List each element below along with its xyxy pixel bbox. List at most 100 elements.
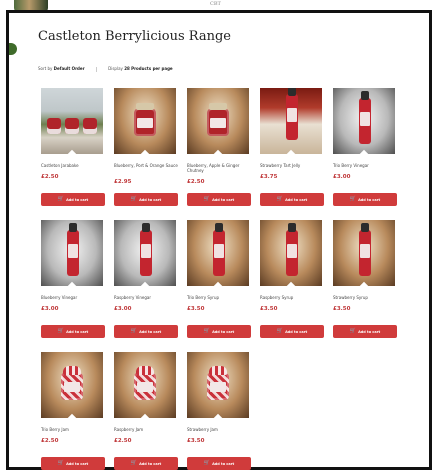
product-name[interactable]: Strawberry Syrup [333,295,397,300]
product-price: £3.75 [260,174,278,180]
sort-dropdown[interactable]: Sort by Default Order [38,66,86,71]
product-image[interactable] [333,220,395,286]
add-to-cart-button[interactable]: 🛒 Add to cart [114,325,178,338]
product-image[interactable] [333,88,395,154]
cart-icon: 🛒 [349,196,357,202]
cart-icon: 🛒 [130,328,138,334]
cart-icon: 🛒 [203,196,211,202]
toolbar-divider [95,66,97,72]
product-card[interactable]: Trio Berry Jam £2.50 🛒 Add to cart [41,352,105,470]
product-price: £3.00 [114,306,132,312]
add-to-cart-button[interactable]: 🛒 Add to cart [41,325,105,338]
product-price: £2.50 [41,174,59,180]
site-logo[interactable]: CBT [210,1,221,7]
image-notch [67,413,77,418]
per-page-value: 28 Products per page [124,66,173,71]
cart-icon: 🛒 [276,196,284,202]
product-name[interactable]: Raspberry Vinegar [114,295,178,300]
product-name[interactable]: Strawberry Tart Jelly [260,163,324,168]
add-to-cart-button[interactable]: 🛒 Add to cart [333,325,397,338]
add-to-cart-label: Add to cart [212,197,235,202]
product-image[interactable] [187,88,249,154]
add-to-cart-button[interactable]: 🛒 Add to cart [41,193,105,206]
cart-icon: 🛒 [203,328,211,334]
product-image[interactable] [41,88,103,154]
product-image[interactable] [114,88,176,154]
product-card[interactable]: Raspberry Jam £2.50 🛒 Add to cart [114,352,178,470]
image-notch [359,149,369,154]
product-price: £3.50 [187,438,205,444]
product-card[interactable]: Raspberry Syrup £3.50 🛒 Add to cart [260,220,324,338]
leaf-decoration [9,43,17,55]
bottle-graphic [67,223,79,276]
bottle-graphic [359,223,371,276]
product-card[interactable]: Strawberry Jam £3.50 🛒 Add to cart [187,352,251,470]
image-notch [67,281,77,286]
product-card[interactable]: Strawberry Tart Jelly £3.75 🛒 Add to cart [260,88,324,206]
product-name[interactable]: Blueberry, Port & Orange Sauce [114,163,178,168]
add-to-cart-button[interactable]: 🛒 Add to cart [187,325,251,338]
add-to-cart-button[interactable]: 🛒 Add to cart [114,193,178,206]
product-card[interactable]: Raspberry Vinegar £3.00 🛒 Add to cart [114,220,178,338]
product-image[interactable] [260,220,322,286]
image-notch [213,413,223,418]
page-title: Castleton Berrylicious Range [38,29,232,44]
jar-graphic [207,103,229,136]
jar-graphic [134,103,156,136]
product-price: £2.50 [187,179,205,185]
image-notch [213,149,223,154]
product-name[interactable]: Trio Berry Jam [41,427,105,432]
product-image[interactable] [41,352,103,418]
product-card[interactable]: Castleton Jarabake £2.50 🛒 Add to cart [41,88,105,206]
sort-value: Default Order [53,66,85,71]
bottle-graphic [213,223,225,276]
product-name[interactable]: Strawberry Jam [187,427,251,432]
product-name[interactable]: Trio Berry Syrup [187,295,251,300]
product-card[interactable]: Strawberry Syrup £3.50 🛒 Add to cart [333,220,397,338]
image-notch [286,281,296,286]
product-card[interactable]: Blueberry, Apple & Ginger Chutney £2.50 🛒 A… [187,88,251,206]
add-to-cart-label: Add to cart [139,329,162,334]
per-page-dropdown[interactable]: Display 28 Products per page [108,66,173,71]
product-card[interactable]: Trio Berry Syrup £3.50 🛒 Add to cart [187,220,251,338]
product-name[interactable]: Castleton Jarabake [41,163,105,168]
add-to-cart-label: Add to cart [285,197,308,202]
add-to-cart-button[interactable]: 🛒 Add to cart [333,193,397,206]
add-to-cart-label: Add to cart [66,329,89,334]
product-image[interactable] [260,88,322,154]
product-image[interactable] [187,352,249,418]
product-image[interactable] [187,220,249,286]
cart-icon: 🛒 [130,196,138,202]
product-image[interactable] [114,352,176,418]
image-notch [359,281,369,286]
bottle-graphic [359,91,371,144]
product-image[interactable] [41,220,103,286]
add-to-cart-button[interactable]: 🛒 Add to cart [187,193,251,206]
product-price: £3.50 [333,306,351,312]
image-notch [286,149,296,154]
bottle-graphic [286,223,298,276]
bottle-graphic [140,223,152,276]
cart-icon: 🛒 [57,328,65,334]
add-to-cart-button[interactable]: 🛒 Add to cart [260,325,324,338]
product-card[interactable]: Blueberry Vinegar £3.00 🛒 Add to cart [41,220,105,338]
product-name[interactable]: Raspberry Syrup [260,295,324,300]
product-price: £3.50 [187,306,205,312]
product-price: £2.50 [114,438,132,444]
image-notch [213,281,223,286]
cart-icon: 🛒 [276,328,284,334]
product-card[interactable]: Trio Berry Vinegar £3.00 🛒 Add to cart [333,88,397,206]
product-name[interactable]: Trio Berry Vinegar [333,163,397,168]
add-to-cart-label: Add to cart [66,197,89,202]
image-notch [140,149,150,154]
product-name[interactable]: Blueberry Vinegar [41,295,105,300]
jam-jar-graphic [61,366,83,400]
product-card[interactable]: Blueberry, Port & Orange Sauce £2.95 🛒 Add … [114,88,178,206]
product-name[interactable]: Blueberry, Apple & Ginger Chutney [187,163,251,173]
catalog-toolbar: Sort by Default Order Display 28 Product… [38,66,173,74]
product-image[interactable] [114,220,176,286]
product-name[interactable]: Raspberry Jam [114,427,178,432]
add-to-cart-button[interactable]: 🛒 Add to cart [260,193,324,206]
add-to-cart-label: Add to cart [358,329,381,334]
bottle-graphic [286,88,298,140]
